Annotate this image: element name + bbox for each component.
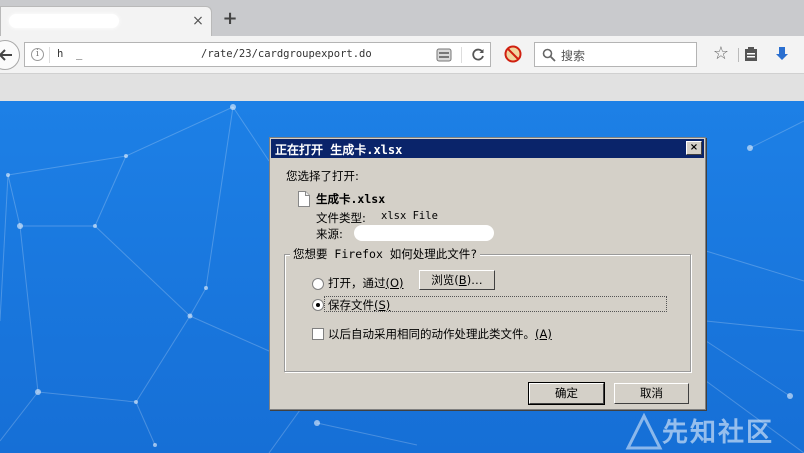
no-tracking-icon[interactable] — [504, 45, 522, 63]
search-icon — [542, 48, 556, 62]
search-bar[interactable]: 搜索 — [534, 42, 697, 67]
download-icon[interactable] — [774, 46, 790, 62]
open-with-radio[interactable] — [312, 278, 324, 290]
save-file-label[interactable]: 保存文件(S) — [328, 297, 390, 313]
ok-button[interactable]: 确定 — [528, 382, 605, 405]
browse-key: B — [458, 273, 467, 287]
browse-button[interactable]: 浏览(B)… — [419, 270, 495, 290]
page-header-strip — [0, 74, 804, 101]
source-value-redacted — [354, 225, 494, 241]
tab-strip: × + — [0, 0, 804, 36]
info-icon[interactable]: i — [31, 48, 44, 61]
toolbar-separator — [738, 48, 739, 62]
auto-action-checkbox[interactable] — [312, 328, 324, 340]
auto-action-label[interactable]: 以后自动采用相同的动作处理此类文件。(A) — [328, 326, 552, 342]
file-type-label: 文件类型: — [316, 211, 366, 225]
bookmark-star-icon[interactable]: ☆ — [711, 44, 731, 64]
browse-text: 浏览( — [431, 273, 459, 287]
action-question: 您想要 Firefox 如何处理此文件? — [290, 246, 481, 262]
reload-icon[interactable] — [469, 46, 487, 64]
search-input[interactable]: 搜索 — [561, 47, 585, 64]
dialog-titlebar[interactable]: 正在打开 生成卡.xlsx × — [271, 139, 704, 158]
open-with-key: (O) — [385, 276, 404, 290]
file-type-value: xlsx File — [381, 210, 438, 222]
file-name: 生成卡.xlsx — [316, 192, 386, 206]
url-prefix: h _ — [57, 48, 83, 60]
download-dialog: 正在打开 生成卡.xlsx × 您选择了打开: 生成卡.xlsx 文件类型: x… — [269, 137, 706, 410]
url-separator-2 — [461, 47, 462, 63]
tab-close-icon[interactable]: × — [190, 13, 206, 29]
dialog-close-button[interactable]: × — [686, 141, 702, 155]
new-tab-icon[interactable]: + — [220, 9, 240, 29]
dialog-title: 正在打开 生成卡.xlsx — [275, 143, 403, 157]
watermark-text: 先知社区 — [662, 418, 775, 448]
open-with-label[interactable]: 打开，通过(O) — [328, 275, 404, 291]
url-separator — [49, 47, 50, 63]
file-icon — [298, 191, 310, 207]
browser-tab[interactable]: × — [0, 6, 212, 36]
source-label: 来源: — [316, 227, 343, 241]
url-bar[interactable]: i h _ /rate/23/cardgroupexport.do — [24, 42, 491, 67]
save-file-text: 保存文件 — [328, 298, 374, 312]
open-with-text: 打开，通过 — [328, 276, 386, 290]
auto-action-text: 以后自动采用相同的动作处理此类文件。 — [328, 327, 535, 341]
back-button[interactable] — [0, 40, 20, 70]
navigation-bar: i h _ /rate/23/cardgroupexport.do 搜索 ☆ — [0, 36, 804, 74]
auto-action-key: (A) — [535, 327, 552, 341]
browse-suffix: )… — [466, 273, 483, 287]
bookmarks-menu-icon[interactable] — [743, 46, 759, 62]
cancel-button[interactable]: 取消 — [614, 383, 689, 404]
intro-label: 您选择了打开: — [286, 169, 359, 183]
save-file-radio[interactable] — [312, 299, 324, 311]
back-arrow-icon — [0, 49, 12, 61]
tab-title-redacted — [9, 14, 119, 28]
url-path: /rate/23/cardgroupexport.do — [201, 48, 372, 60]
reader-view-icon[interactable] — [436, 48, 452, 62]
save-file-key: (S) — [374, 298, 391, 312]
